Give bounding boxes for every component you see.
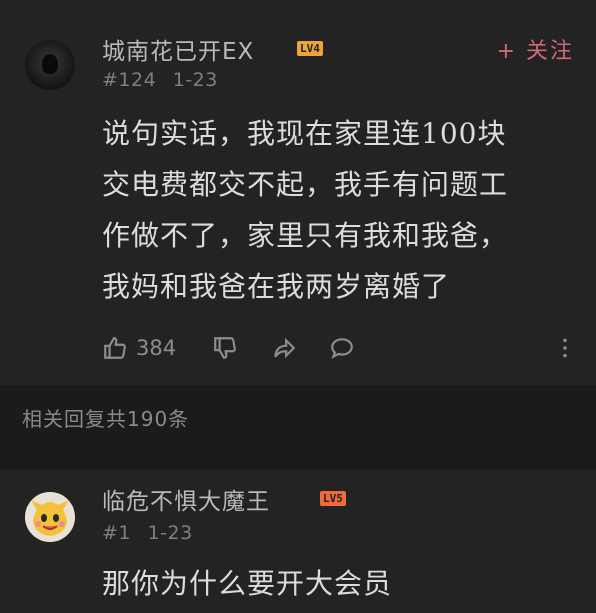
share-icon <box>274 337 296 359</box>
comment-body: 说句实话，我现在家里连100块 交电费都交不起，我手有问题工 作做不了，家里只有… <box>102 108 582 312</box>
like-count: 384 <box>136 336 177 360</box>
dislike-button[interactable] <box>212 333 238 363</box>
reply-body: 那你为什么要开大会员 <box>102 567 393 600</box>
comment-date: 1-23 <box>172 69 218 91</box>
comment-line: 说句实话，我现在家里连100块 <box>102 117 507 150</box>
replies-count[interactable]: 相关回复共190条 <box>22 403 189 432</box>
avatar[interactable] <box>25 40 75 90</box>
reply-button[interactable] <box>328 333 356 363</box>
comment-line: 交电费都交不起，我手有问题工 <box>102 168 509 201</box>
cartoon-avatar-icon <box>25 492 75 542</box>
more-icon <box>563 338 567 358</box>
comment-actions: 384 <box>102 333 582 363</box>
reply-meta: #1 1-23 <box>102 522 193 544</box>
comment-meta: #124 1-23 <box>102 69 218 91</box>
more-button[interactable] <box>560 333 570 363</box>
floor-number: #1 <box>102 522 132 544</box>
comment-line: 作做不了，家里只有我和我爸， <box>102 219 509 252</box>
level-badge: LV5 <box>320 491 346 506</box>
reply-date: 1-23 <box>147 522 193 544</box>
follow-button[interactable]: + 关注 <box>497 33 574 65</box>
reply-item: 临危不惧大魔王 LV5 #1 1-23 那你为什么要开大会员 <box>0 470 596 613</box>
level-badge: LV4 <box>297 41 323 56</box>
replies-header: 相关回复共190条 <box>0 385 596 470</box>
thumb-up-icon <box>104 337 126 359</box>
like-button[interactable]: 384 <box>102 333 176 363</box>
reply-avatar[interactable] <box>25 492 75 542</box>
thumb-down-icon <box>214 337 236 359</box>
main-comment: 城南花已开EX LV4 + 关注 #124 1-23 说句实话，我现在家里连10… <box>0 0 596 385</box>
comment-line: 我妈和我爸在我两岁离婚了 <box>102 270 451 303</box>
comment-icon <box>331 338 353 359</box>
share-button[interactable] <box>270 333 298 363</box>
reply-username[interactable]: 临危不惧大魔王 <box>102 482 270 516</box>
comment-username[interactable]: 城南花已开EX <box>102 32 254 66</box>
floor-number: #124 <box>102 69 157 91</box>
